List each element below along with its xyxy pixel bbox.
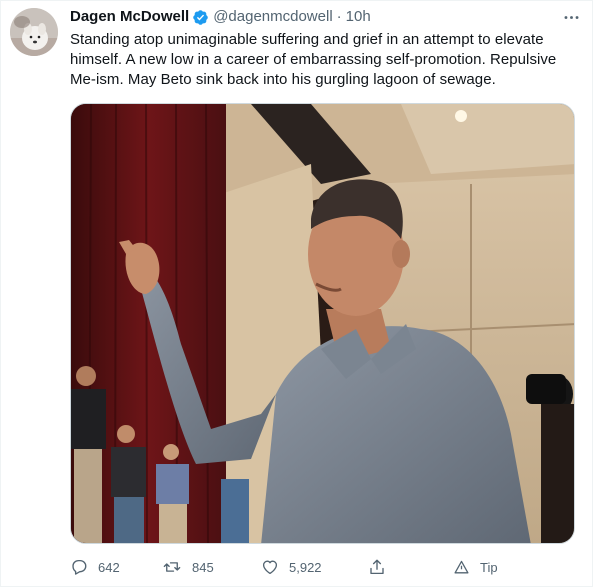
tweet-content: Dagen McDowell @dagenmcdowell · 10h Stan…: [70, 7, 578, 90]
retweet-icon: [163, 562, 181, 572]
separator-dot: ·: [336, 8, 342, 25]
tweet-photo[interactable]: [70, 103, 575, 544]
verified-badge-icon: [192, 9, 209, 26]
tip-label: Tip: [480, 559, 498, 575]
retweet-count: 845: [192, 559, 214, 575]
like-button[interactable]: 5,922: [261, 558, 322, 576]
tweet-header: Dagen McDowell @dagenmcdowell · 10h: [70, 7, 578, 27]
avatar[interactable]: [10, 8, 58, 56]
photo-image: [71, 104, 574, 543]
tweet-text: Standing atop unimaginable suffering and…: [70, 31, 557, 88]
avatar-image: [10, 8, 58, 56]
tip-icon: [454, 560, 469, 573]
share-button[interactable]: [368, 558, 396, 576]
like-count: 5,922: [289, 559, 322, 575]
author-display-name[interactable]: Dagen McDowell: [70, 7, 189, 27]
tweet-timestamp[interactable]: 10h: [346, 7, 371, 27]
more-horizontal-icon[interactable]: [560, 7, 582, 27]
author-handle[interactable]: @dagenmcdowell: [213, 7, 332, 27]
tweet-card[interactable]: Dagen McDowell @dagenmcdowell · 10h Stan…: [0, 0, 593, 587]
heart-icon: [262, 560, 278, 575]
reply-button[interactable]: 642: [70, 558, 120, 576]
tweet-actions: 642 845 5,922 Tip: [70, 555, 570, 579]
reply-icon: [72, 559, 87, 575]
retweet-button[interactable]: 845: [162, 558, 214, 576]
reply-count: 642: [98, 559, 120, 575]
share-icon: [370, 559, 384, 575]
tip-button[interactable]: Tip: [453, 559, 498, 576]
